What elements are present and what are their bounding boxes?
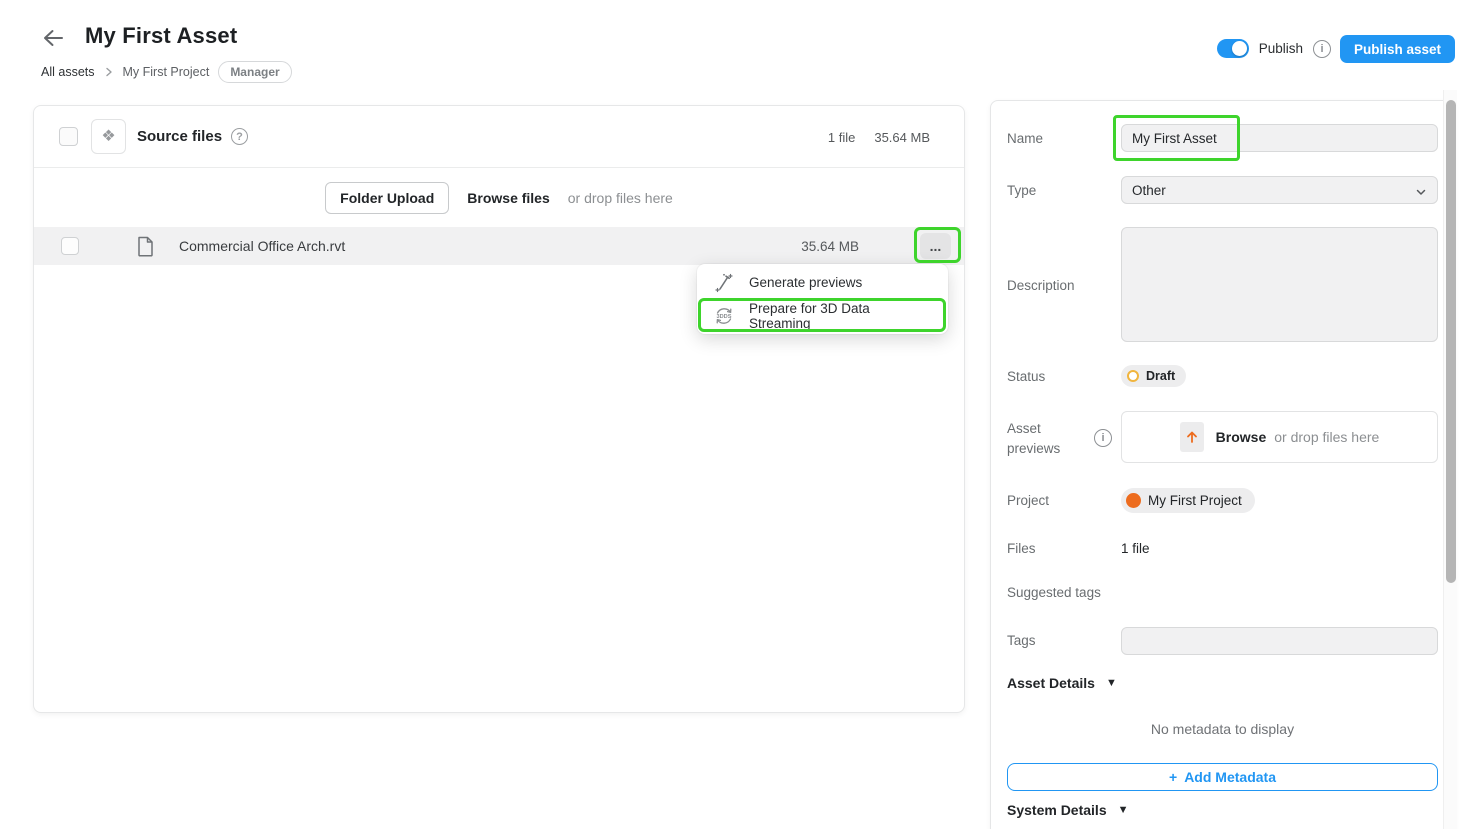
toggle-knob (1232, 41, 1247, 56)
triangle-down-icon: ▼ (1118, 804, 1129, 816)
type-value: Other (1132, 183, 1166, 198)
type-label: Type (1007, 183, 1036, 198)
menu-item-generate-previews[interactable]: Generate previews (697, 266, 948, 299)
files-label: Files (1007, 541, 1036, 556)
role-badge: Manager (218, 61, 291, 83)
publish-toggle[interactable] (1217, 39, 1249, 58)
back-button[interactable] (40, 26, 66, 50)
add-metadata-button[interactable]: + Add Metadata (1007, 763, 1438, 791)
source-files-header: ❖ Source files ? 1 file 35.64 MB (34, 106, 964, 168)
status-value: Draft (1146, 369, 1175, 383)
file-count: 1 file (828, 130, 855, 145)
source-files-title: Source files (137, 128, 222, 145)
3dds-icon: 3DDS (713, 305, 735, 327)
asset-previews-label: Asset previews (1007, 419, 1092, 460)
suggested-tags-label: Suggested tags (1007, 585, 1101, 600)
publish-asset-button[interactable]: Publish asset (1340, 35, 1455, 63)
total-size: 35.64 MB (874, 130, 930, 145)
project-value: My First Project (1148, 493, 1242, 508)
system-details-section-label: System Details (1007, 802, 1107, 818)
description-textarea[interactable] (1121, 227, 1438, 342)
upload-band: Folder Upload Browse files or drop files… (34, 168, 964, 227)
file-icon (137, 236, 154, 257)
files-value: 1 file (1121, 541, 1150, 556)
file-more-button[interactable]: ... (920, 233, 951, 259)
system-details-section-header[interactable]: System Details ▼ (1007, 802, 1129, 818)
publish-toggle-label: Publish (1259, 41, 1303, 56)
plus-icon: + (1169, 769, 1177, 785)
publish-controls: Publish i (1217, 39, 1331, 58)
menu-item-label: Prepare for 3D Data Streaming (749, 301, 932, 331)
file-name: Commercial Office Arch.rvt (179, 238, 345, 254)
metadata-empty-text: No metadata to display (991, 721, 1454, 737)
select-all-checkbox[interactable] (59, 127, 78, 146)
file-checkbox[interactable] (61, 237, 79, 255)
folder-upload-button[interactable]: Folder Upload (325, 182, 449, 214)
upload-file-icon (1180, 422, 1204, 452)
previews-drop-hint: or drop files here (1274, 429, 1379, 445)
breadcrumb: All assets My First Project Manager (41, 61, 292, 83)
source-files-panel: ❖ Source files ? 1 file 35.64 MB Folder … (33, 105, 965, 713)
page-title: My First Asset (85, 23, 237, 49)
previews-browse-link[interactable]: Browse (1216, 429, 1267, 445)
triangle-down-icon: ▼ (1106, 677, 1117, 689)
type-select[interactable]: Other (1121, 176, 1438, 204)
chevron-down-icon (1415, 186, 1427, 201)
tags-label: Tags (1007, 633, 1036, 648)
help-icon[interactable]: ? (231, 128, 248, 145)
asset-name-input[interactable] (1121, 124, 1438, 152)
asset-previews-dropzone[interactable]: Browse or drop files here (1121, 411, 1438, 463)
status-label: Status (1007, 369, 1045, 384)
project-chip: My First Project (1121, 488, 1255, 513)
browse-files-link[interactable]: Browse files (467, 190, 549, 206)
project-color-dot (1126, 493, 1141, 508)
scrollbar-track[interactable] (1443, 90, 1457, 829)
add-metadata-label: Add Metadata (1184, 769, 1276, 785)
draft-status-icon (1127, 370, 1139, 382)
asset-details-section-label: Asset Details (1007, 675, 1095, 691)
file-row[interactable]: Commercial Office Arch.rvt 35.64 MB ... (34, 227, 964, 265)
chevron-right-icon (104, 66, 114, 78)
asset-details-panel: Name Type Other Description Status Draft… (990, 100, 1455, 829)
previews-info-icon[interactable]: i (1094, 429, 1112, 447)
asset-manager-page: My First Asset All assets My First Proje… (0, 0, 1471, 829)
svg-text:3DDS: 3DDS (717, 314, 732, 320)
description-label: Description (1007, 278, 1075, 293)
diamonds-icon: ❖ (101, 129, 115, 145)
tags-input[interactable] (1121, 627, 1438, 655)
breadcrumb-project[interactable]: My First Project (123, 65, 210, 79)
breadcrumb-all-assets[interactable]: All assets (41, 65, 95, 79)
info-icon[interactable]: i (1313, 40, 1331, 58)
wand-icon (713, 273, 735, 293)
scrollbar-thumb[interactable] (1446, 100, 1456, 583)
drop-files-hint: or drop files here (568, 190, 673, 206)
project-label: Project (1007, 493, 1049, 508)
status-badge: Draft (1121, 365, 1186, 387)
arrow-left-icon (40, 26, 66, 50)
name-label: Name (1007, 131, 1043, 146)
file-context-menu: Generate previews 3DDS Prepare for 3D Da… (697, 264, 948, 334)
asset-details-section-header[interactable]: Asset Details ▼ (1007, 675, 1117, 691)
menu-item-label: Generate previews (749, 275, 862, 290)
file-size: 35.64 MB (801, 239, 859, 254)
files-stats: 1 file 35.64 MB (828, 106, 930, 168)
source-files-icon-button[interactable]: ❖ (91, 119, 126, 154)
menu-item-prepare-3d-streaming[interactable]: 3DDS Prepare for 3D Data Streaming (697, 299, 948, 332)
